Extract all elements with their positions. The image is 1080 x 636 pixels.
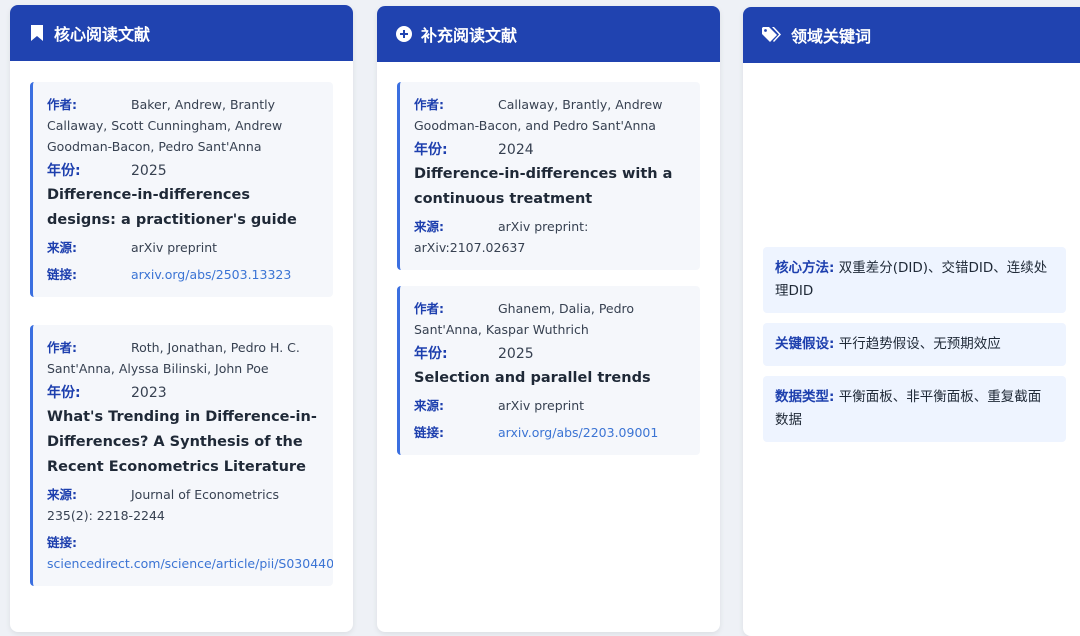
paper-link[interactable]: sciencedirect.com/science/article/pii/S0… (47, 556, 333, 571)
core-reading-panel: 核心阅读文献 作者: Baker, Andrew, Brantly Callawa… (10, 5, 353, 632)
paper-authors-row: 作者: Callaway, Brantly, Andrew Goodman-Bac… (414, 97, 663, 133)
keyword-item: 关键假设: 平行趋势假设、无预期效应 (763, 323, 1066, 366)
paper-authors-row: 作者: Baker, Andrew, Brantly Callaway, Scot… (47, 97, 283, 154)
paper-source-row: 来源: arXiv preprint: arXiv:2107.02637 (414, 219, 589, 255)
paper-year: 2023 (131, 385, 167, 401)
panel-title: 核心阅读文献 (54, 25, 151, 44)
paper-link[interactable]: arxiv.org/abs/2203.09001 (498, 425, 658, 440)
panel-title: 补充阅读文献 (421, 26, 518, 45)
paper-year-row: 年份: 2024 (414, 142, 534, 158)
paper-source-row: 来源: Journal of Econometrics 235(2): 2218-… (47, 487, 279, 523)
paper-year: 2025 (498, 346, 534, 362)
panel-title: 领域关键词 (791, 27, 872, 46)
paper-title: What's Trending in Difference-in-Differe… (47, 409, 317, 475)
paper-link-label-row: 链接: (47, 535, 77, 550)
paper-card: 作者: Callaway, Brantly, Andrew Goodman-Bac… (397, 82, 700, 270)
paper-card: 作者: Baker, Andrew, Brantly Callaway, Scot… (30, 82, 333, 297)
keyword-item: 数据类型: 平衡面板、非平衡面板、重复截面数据 (763, 376, 1066, 442)
paper-source-row: 来源: arXiv preprint (47, 240, 218, 255)
paper-title: Difference-in-differences designs: a pra… (47, 187, 297, 228)
paper-authors-row: 作者: Ghanem, Dalia, Pedro Sant'Anna, Kaspa… (414, 301, 635, 337)
paper-card: 作者: Ghanem, Dalia, Pedro Sant'Anna, Kaspa… (397, 286, 700, 455)
paper-link[interactable]: arxiv.org/abs/2503.13323 (131, 267, 291, 282)
paper-link-row: sciencedirect.com/science/article/pii/S0… (47, 553, 333, 574)
reading-board: 核心阅读文献 作者: Baker, Andrew, Brantly Callawa… (0, 0, 1080, 636)
keywords-header: 领域关键词 (743, 7, 1080, 63)
paper-year-row: 年份: 2025 (414, 346, 534, 362)
paper-card: 作者: Roth, Jonathan, Pedro H. C. Sant'Anna… (30, 325, 333, 586)
paper-authors-row: 作者: Roth, Jonathan, Pedro H. C. Sant'Anna… (47, 340, 300, 376)
paper-source: arXiv preprint (498, 398, 585, 413)
plus-circle-icon (395, 25, 413, 43)
bookmark-icon (28, 24, 46, 42)
core-reading-header: 核心阅读文献 (10, 5, 353, 61)
paper-link-row: 链接: arxiv.org/abs/2203.09001 (414, 425, 659, 440)
keyword-list: 核心方法: 双重差分(DID)、交错DID、连续处理DID 关键假设: 平行趋势… (763, 247, 1066, 452)
keywords-panel: 领域关键词 核心方法: 双重差分(DID)、交错DID、连续处理DID 关键假设… (743, 7, 1080, 636)
paper-year: 2025 (131, 163, 167, 179)
paper-source-row: 来源: arXiv preprint (414, 398, 585, 413)
supplementary-reading-header: 补充阅读文献 (377, 6, 720, 62)
supplementary-reading-panel: 补充阅读文献 作者: Callaway, Brantly, Andrew Good… (377, 6, 720, 632)
paper-title: Selection and parallel trends (414, 370, 651, 386)
paper-title: Difference-in-differences with a continu… (414, 166, 673, 207)
paper-year-row: 年份: 2023 (47, 385, 167, 401)
paper-year: 2024 (498, 142, 534, 158)
tags-icon (761, 26, 783, 44)
keyword-item: 核心方法: 双重差分(DID)、交错DID、连续处理DID (763, 247, 1066, 313)
paper-link-row: 链接: arxiv.org/abs/2503.13323 (47, 267, 292, 282)
paper-year-row: 年份: 2025 (47, 163, 167, 179)
paper-source: arXiv preprint (131, 240, 218, 255)
